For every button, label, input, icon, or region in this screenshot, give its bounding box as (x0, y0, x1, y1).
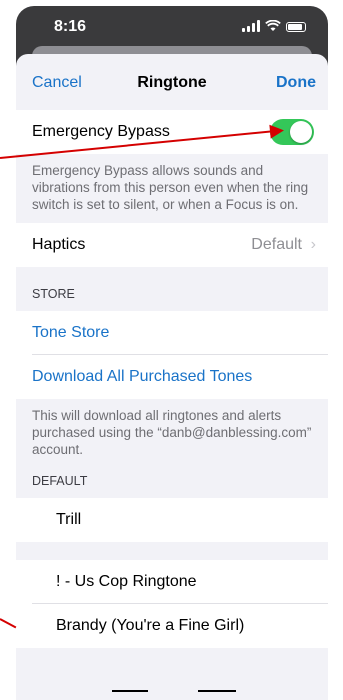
store-section-header: STORE (32, 287, 75, 301)
tone-store-row[interactable]: Tone Store (16, 311, 328, 355)
tone-store-link[interactable]: Tone Store (32, 324, 109, 342)
nav-bar: Cancel Ringtone Done (16, 54, 328, 110)
download-all-link[interactable]: Download All Purchased Tones (32, 368, 252, 386)
emergency-bypass-footnote: Emergency Bypass allows sounds and vibra… (32, 163, 309, 212)
haptics-value: Default (251, 236, 302, 253)
chevron-right-icon: › (310, 236, 316, 253)
store-footnote: This will download all ringtones and ale… (32, 408, 312, 457)
status-bar: 8:16 (16, 6, 328, 50)
tone-label: ! - Us Cop Ringtone (56, 573, 197, 590)
status-icons (242, 20, 306, 32)
done-button[interactable]: Done (276, 74, 316, 92)
download-all-row[interactable]: Download All Purchased Tones (16, 355, 328, 399)
tone-row-us-cop[interactable]: ! - Us Cop Ringtone (16, 560, 328, 604)
cancel-button[interactable]: Cancel (32, 74, 82, 92)
annotation-underline (112, 690, 148, 692)
default-section-header: DEFAULT (32, 474, 88, 488)
signal-icon (242, 20, 260, 32)
phone-frame: 8:16 Cancel Ringtone Done Emergency Bypa… (16, 6, 328, 700)
status-time: 8:16 (54, 18, 87, 35)
tone-label: Brandy (You're a Fine Girl) (56, 617, 245, 634)
annotation-arrow-line-lower (0, 618, 17, 629)
battery-icon (286, 22, 306, 32)
annotation-arrow-head (269, 123, 285, 139)
haptics-label: Haptics (32, 236, 86, 253)
wifi-icon (265, 20, 281, 31)
emergency-bypass-label: Emergency Bypass (32, 123, 170, 140)
haptics-row[interactable]: Haptics Default › (16, 223, 328, 267)
tone-row-trill[interactable]: Trill (16, 498, 328, 542)
tone-row-brandy[interactable]: Brandy (You're a Fine Girl) (16, 604, 328, 648)
annotation-underline (198, 690, 236, 692)
tone-label: Trill (56, 511, 82, 528)
